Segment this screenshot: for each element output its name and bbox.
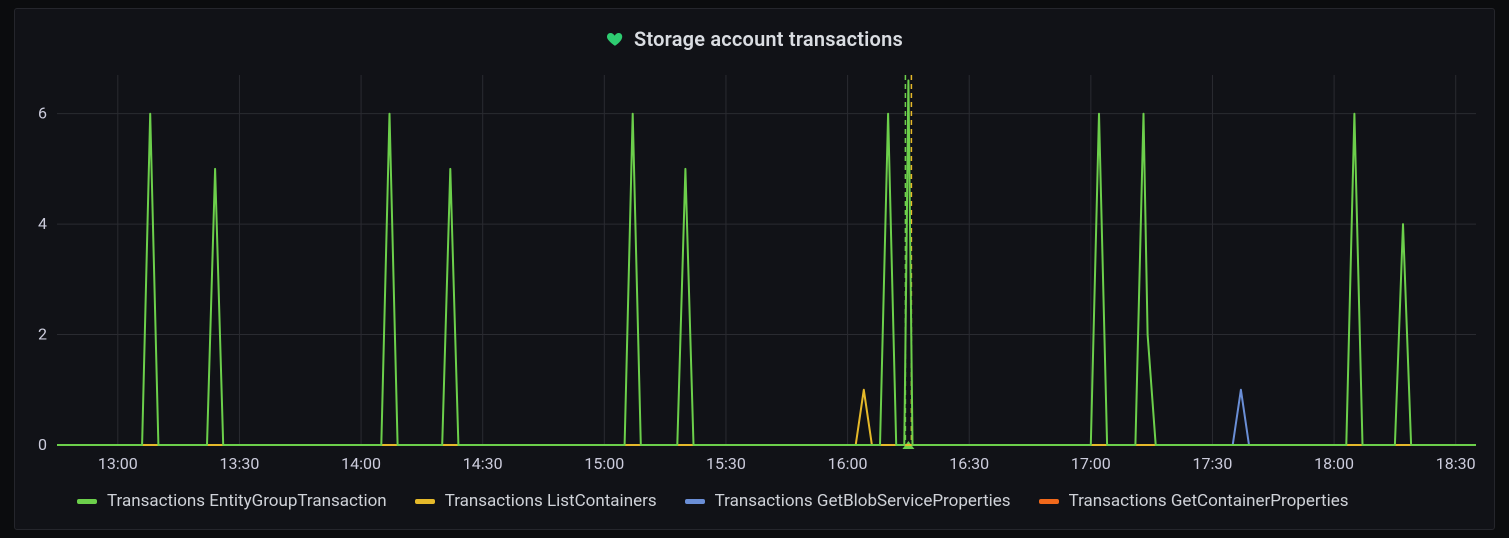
svg-text:0: 0	[38, 435, 47, 454]
legend-item[interactable]: Transactions GetBlobServiceProperties	[685, 491, 1011, 511]
heart-icon	[606, 30, 624, 48]
svg-text:18:00: 18:00	[1314, 454, 1354, 473]
svg-text:13:00: 13:00	[98, 454, 138, 473]
legend-swatch	[415, 499, 435, 504]
legend-swatch	[77, 499, 97, 504]
svg-text:17:30: 17:30	[1193, 454, 1233, 473]
svg-text:14:30: 14:30	[463, 454, 503, 473]
chart-plot-area[interactable]: 0 2 4 6 13:00 13:30 14:00 14:30 15:00 15:30 16:00 1…	[15, 55, 1494, 483]
svg-text:18:30: 18:30	[1436, 454, 1476, 473]
chart-panel: Storage account transactions 0 2 4 6 13:00 13…	[14, 8, 1495, 530]
legend-label: Transactions ListContainers	[445, 491, 657, 511]
legend-item[interactable]: Transactions GetContainerProperties	[1039, 491, 1349, 511]
svg-text:15:30: 15:30	[706, 454, 746, 473]
svg-text:14:00: 14:00	[341, 454, 381, 473]
legend-swatch	[1039, 499, 1059, 504]
svg-text:16:30: 16:30	[949, 454, 989, 473]
chart-legend: Transactions EntityGroupTransaction Trans…	[15, 483, 1494, 529]
panel-header: Storage account transactions	[15, 9, 1494, 55]
legend-label: Transactions EntityGroupTransaction	[107, 491, 387, 511]
svg-text:15:00: 15:00	[584, 454, 624, 473]
svg-text:4: 4	[38, 214, 47, 233]
svg-text:13:30: 13:30	[220, 454, 260, 473]
legend-label: Transactions GetContainerProperties	[1069, 491, 1349, 511]
chart-svg: 0 2 4 6 13:00 13:30 14:00 14:30 15:00 15:30 16:00 1…	[15, 55, 1494, 483]
legend-swatch	[685, 499, 705, 504]
svg-text:17:00: 17:00	[1071, 454, 1111, 473]
panel-title: Storage account transactions	[634, 27, 903, 51]
svg-text:2: 2	[38, 325, 47, 344]
legend-item[interactable]: Transactions EntityGroupTransaction	[77, 491, 387, 511]
svg-text:6: 6	[38, 104, 47, 123]
svg-text:16:00: 16:00	[828, 454, 868, 473]
legend-item[interactable]: Transactions ListContainers	[415, 491, 657, 511]
legend-label: Transactions GetBlobServiceProperties	[715, 491, 1011, 511]
